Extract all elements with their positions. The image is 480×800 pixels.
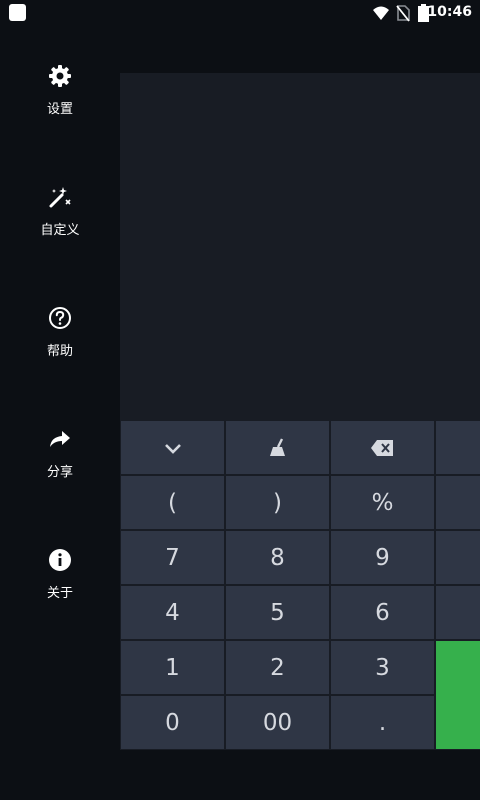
digit-3-key[interactable]: 3 <box>331 641 434 694</box>
double-zero-key[interactable]: 00 <box>226 696 329 749</box>
help-circle-icon <box>49 307 71 329</box>
sidebar-menu: 设置 自定义 帮助 分享 关于 <box>0 26 120 800</box>
sidebar-item-help[interactable]: 帮助 <box>0 306 120 406</box>
calculator-display <box>120 73 480 420</box>
digit-2-key[interactable]: 2 <box>226 641 329 694</box>
operator-key[interactable] <box>436 531 480 584</box>
decimal-point-key[interactable]: . <box>331 696 434 749</box>
operator-key[interactable] <box>436 421 480 474</box>
sidebar-item-about[interactable]: 关于 <box>0 548 120 648</box>
open-paren-key[interactable]: ( <box>121 476 224 529</box>
share-arrow-icon <box>50 431 70 447</box>
sidebar-item-label: 帮助 <box>46 344 73 359</box>
clear-button[interactable] <box>226 421 329 474</box>
magic-wand-icon <box>49 187 71 208</box>
app-notification-icon <box>9 4 26 21</box>
digit-4-key[interactable]: 4 <box>121 586 224 639</box>
keypad: ( ) % 7 8 9 4 5 6 1 2 3 0 00 . <box>120 420 480 750</box>
no-sim-icon <box>396 5 410 22</box>
digit-6-key[interactable]: 6 <box>331 586 434 639</box>
equals-button[interactable] <box>436 641 480 749</box>
backspace-button[interactable] <box>331 421 434 474</box>
close-paren-key[interactable]: ) <box>226 476 329 529</box>
gear-icon <box>49 65 71 87</box>
operator-key[interactable] <box>436 586 480 639</box>
digit-5-key[interactable]: 5 <box>226 586 329 639</box>
broom-icon <box>269 437 285 456</box>
sidebar-item-label: 设置 <box>46 102 73 117</box>
digit-1-key[interactable]: 1 <box>121 641 224 694</box>
sidebar-item-label: 分享 <box>46 465 73 480</box>
digit-8-key[interactable]: 8 <box>226 531 329 584</box>
chevron-down-icon <box>164 443 181 454</box>
percent-key[interactable]: % <box>331 476 434 529</box>
backspace-icon <box>370 439 393 456</box>
sidebar-item-label: 关于 <box>46 586 73 601</box>
sidebar-item-customize[interactable]: 自定义 <box>0 185 120 285</box>
digit-7-key[interactable]: 7 <box>121 531 224 584</box>
sidebar-item-settings[interactable]: 设置 <box>0 64 120 164</box>
collapse-button[interactable] <box>121 421 224 474</box>
info-circle-icon <box>49 549 71 571</box>
digit-0-key[interactable]: 0 <box>121 696 224 749</box>
clock: 10:46 <box>427 4 472 20</box>
status-bar: 10:46 <box>0 0 480 26</box>
sidebar-item-share[interactable]: 分享 <box>0 427 120 527</box>
operator-key[interactable] <box>436 476 480 529</box>
wifi-icon <box>373 6 389 20</box>
sidebar-item-label: 自定义 <box>40 223 80 238</box>
digit-9-key[interactable]: 9 <box>331 531 434 584</box>
